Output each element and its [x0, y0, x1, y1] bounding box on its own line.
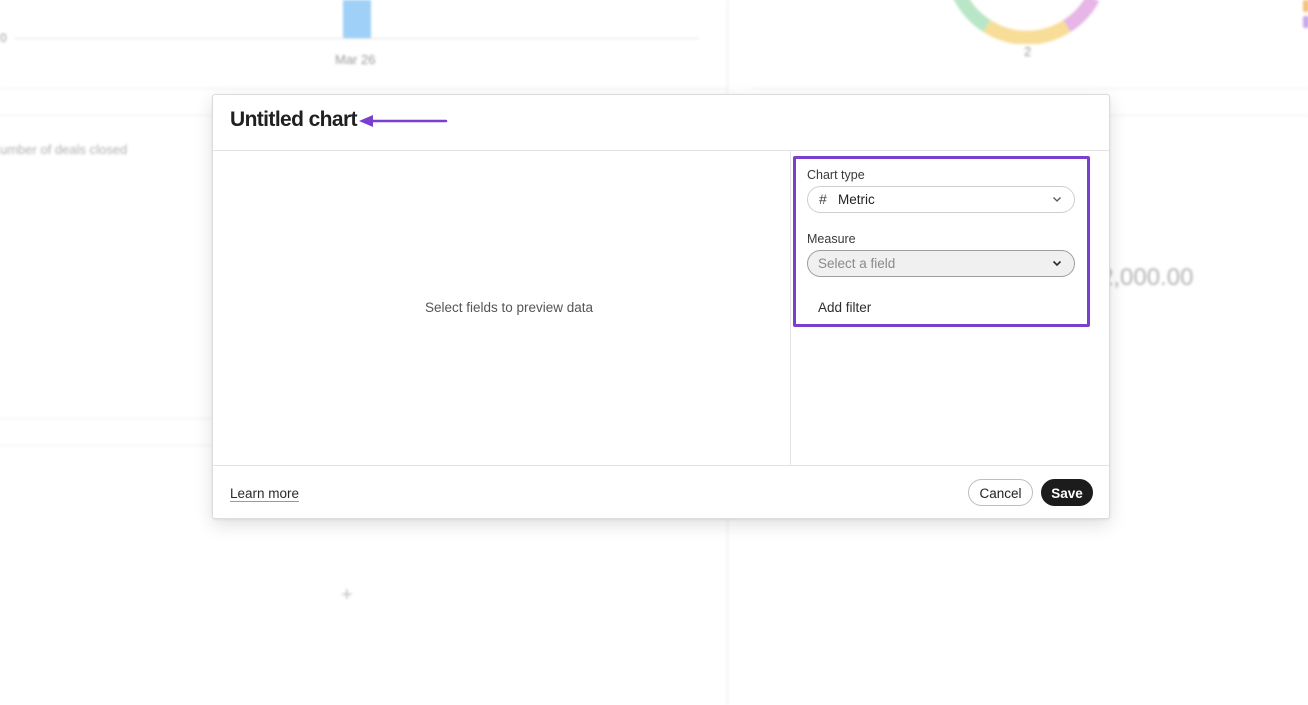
donut-segment: [1063, 0, 1100, 32]
donut-chart: [954, 0, 1100, 44]
chart-type-select[interactable]: # Metric: [807, 186, 1075, 213]
add-chart-icon[interactable]: +: [341, 584, 353, 607]
chevron-down-icon: [1053, 197, 1061, 202]
donut-label: 2: [1024, 44, 1032, 59]
cancel-button[interactable]: Cancel: [968, 479, 1033, 506]
preview-empty-message: Select fields to preview data: [424, 300, 594, 315]
chart-editor-modal: Untitled chart Select fields to preview …: [212, 94, 1110, 519]
modal-header: Untitled chart: [213, 95, 1109, 151]
add-filter-button[interactable]: Add filter: [818, 300, 871, 315]
legend-swatch: [1303, 0, 1308, 12]
learn-more-link[interactable]: Learn more: [230, 486, 299, 501]
chart-title[interactable]: Untitled chart: [230, 108, 358, 132]
measure-label: Measure: [807, 232, 856, 246]
card-title: umber of deals closed: [0, 142, 128, 157]
highlight-annotation: Chart type # Metric Measure Select a fie…: [793, 156, 1090, 327]
hash-icon: #: [819, 191, 827, 207]
legend-swatch: [1303, 16, 1308, 28]
annotation-arrow-icon: [359, 115, 448, 127]
donut-segment: [983, 19, 1071, 44]
x-axis-tick-label: Mar 26: [335, 52, 376, 67]
chart-type-value: Metric: [838, 192, 875, 207]
metric-value: 2,000.00: [1100, 264, 1194, 291]
preview-pane: Select fields to preview data: [213, 151, 791, 465]
chart-type-label: Chart type: [807, 168, 865, 182]
config-pane: Chart type # Metric Measure Select a fie…: [791, 151, 1109, 465]
x-axis-line: [14, 38, 699, 39]
row-divider: [0, 88, 727, 89]
chevron-down-icon: [1052, 260, 1062, 267]
donut-segment: [954, 0, 991, 32]
modal-footer: Learn more Cancel Save: [213, 465, 1109, 519]
bar-chart-bar: [343, 0, 371, 38]
measure-placeholder: Select a field: [818, 256, 896, 271]
save-button[interactable]: Save: [1041, 479, 1093, 506]
y-axis-zero-label: 0: [0, 31, 7, 45]
row-divider: [752, 88, 1308, 89]
measure-select[interactable]: Select a field: [807, 250, 1075, 277]
